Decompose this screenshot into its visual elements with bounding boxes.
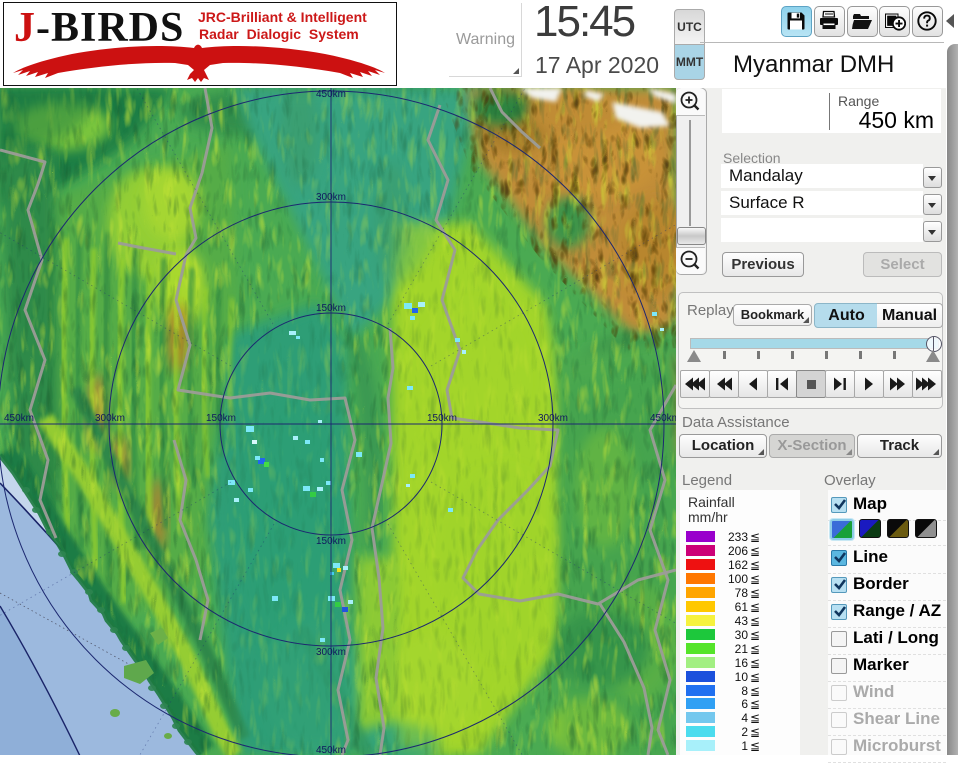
- svg-text:450km: 450km: [650, 413, 676, 424]
- svg-text:150km: 150km: [316, 303, 346, 314]
- svg-text:450km: 450km: [316, 89, 346, 100]
- svg-text:150km: 150km: [316, 536, 346, 547]
- svg-text:450km: 450km: [4, 413, 34, 424]
- svg-text:150km: 150km: [427, 413, 457, 424]
- svg-text:300km: 300km: [316, 192, 346, 203]
- svg-text:300km: 300km: [95, 413, 125, 424]
- svg-text:300km: 300km: [538, 413, 568, 424]
- svg-text:150km: 150km: [206, 413, 236, 424]
- svg-text:450km: 450km: [316, 745, 346, 755]
- svg-text:300km: 300km: [316, 647, 346, 658]
